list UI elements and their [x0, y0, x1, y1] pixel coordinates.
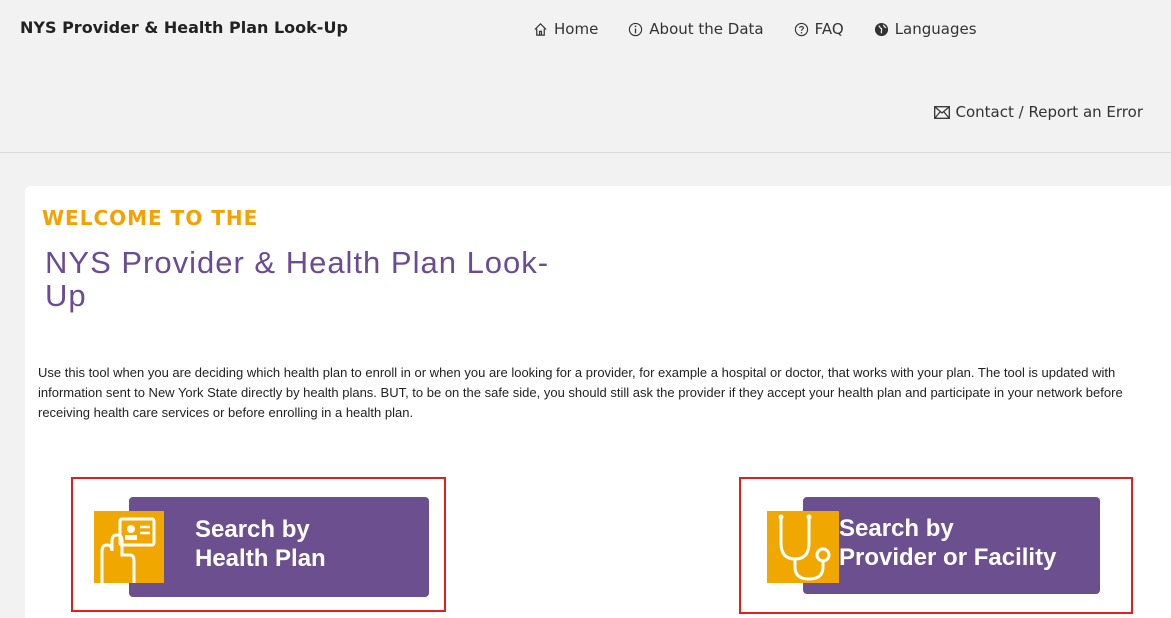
nav-faq[interactable]: FAQ [794, 20, 844, 38]
welcome-heading: WELCOME TO THE [42, 206, 259, 230]
intro-description: Use this tool when you are deciding whic… [38, 365, 1123, 420]
top-nav: Home About the Data FAQ Languages [533, 20, 977, 38]
nav-languages[interactable]: Languages [874, 20, 977, 38]
globe-icon [874, 22, 888, 36]
nav-about-data[interactable]: About the Data [628, 20, 764, 38]
home-icon [534, 22, 547, 36]
search-by-health-plan-button[interactable]: Search by Health Plan [129, 497, 429, 597]
stethoscope-icon [767, 511, 839, 583]
info-icon [629, 22, 643, 36]
nav-faq-label: FAQ [814, 20, 844, 38]
envelope-icon [933, 105, 950, 119]
site-brand[interactable]: NYS Provider & Health Plan Look-Up [20, 18, 348, 37]
nav-home[interactable]: Home [533, 20, 598, 38]
page-title: NYS Provider & Health Plan Look-Up [45, 245, 550, 313]
health-plan-button-label: Search by Health Plan [195, 516, 326, 572]
nav-languages-label: Languages [894, 20, 977, 38]
question-icon [794, 22, 808, 36]
nav-home-label: Home [554, 20, 599, 38]
contact-label: Contact / Report an Error [955, 103, 1143, 121]
id-card-hand-icon [94, 511, 164, 583]
search-by-provider-button[interactable]: Search by Provider or Facility [803, 497, 1100, 594]
nav-about-label: About the Data [649, 20, 764, 38]
provider-button-label: Search by Provider or Facility [839, 515, 1057, 571]
site-header: NYS Provider & Health Plan Look-Up Home … [0, 0, 1171, 153]
contact-link[interactable]: Contact / Report an Error [933, 103, 1143, 121]
